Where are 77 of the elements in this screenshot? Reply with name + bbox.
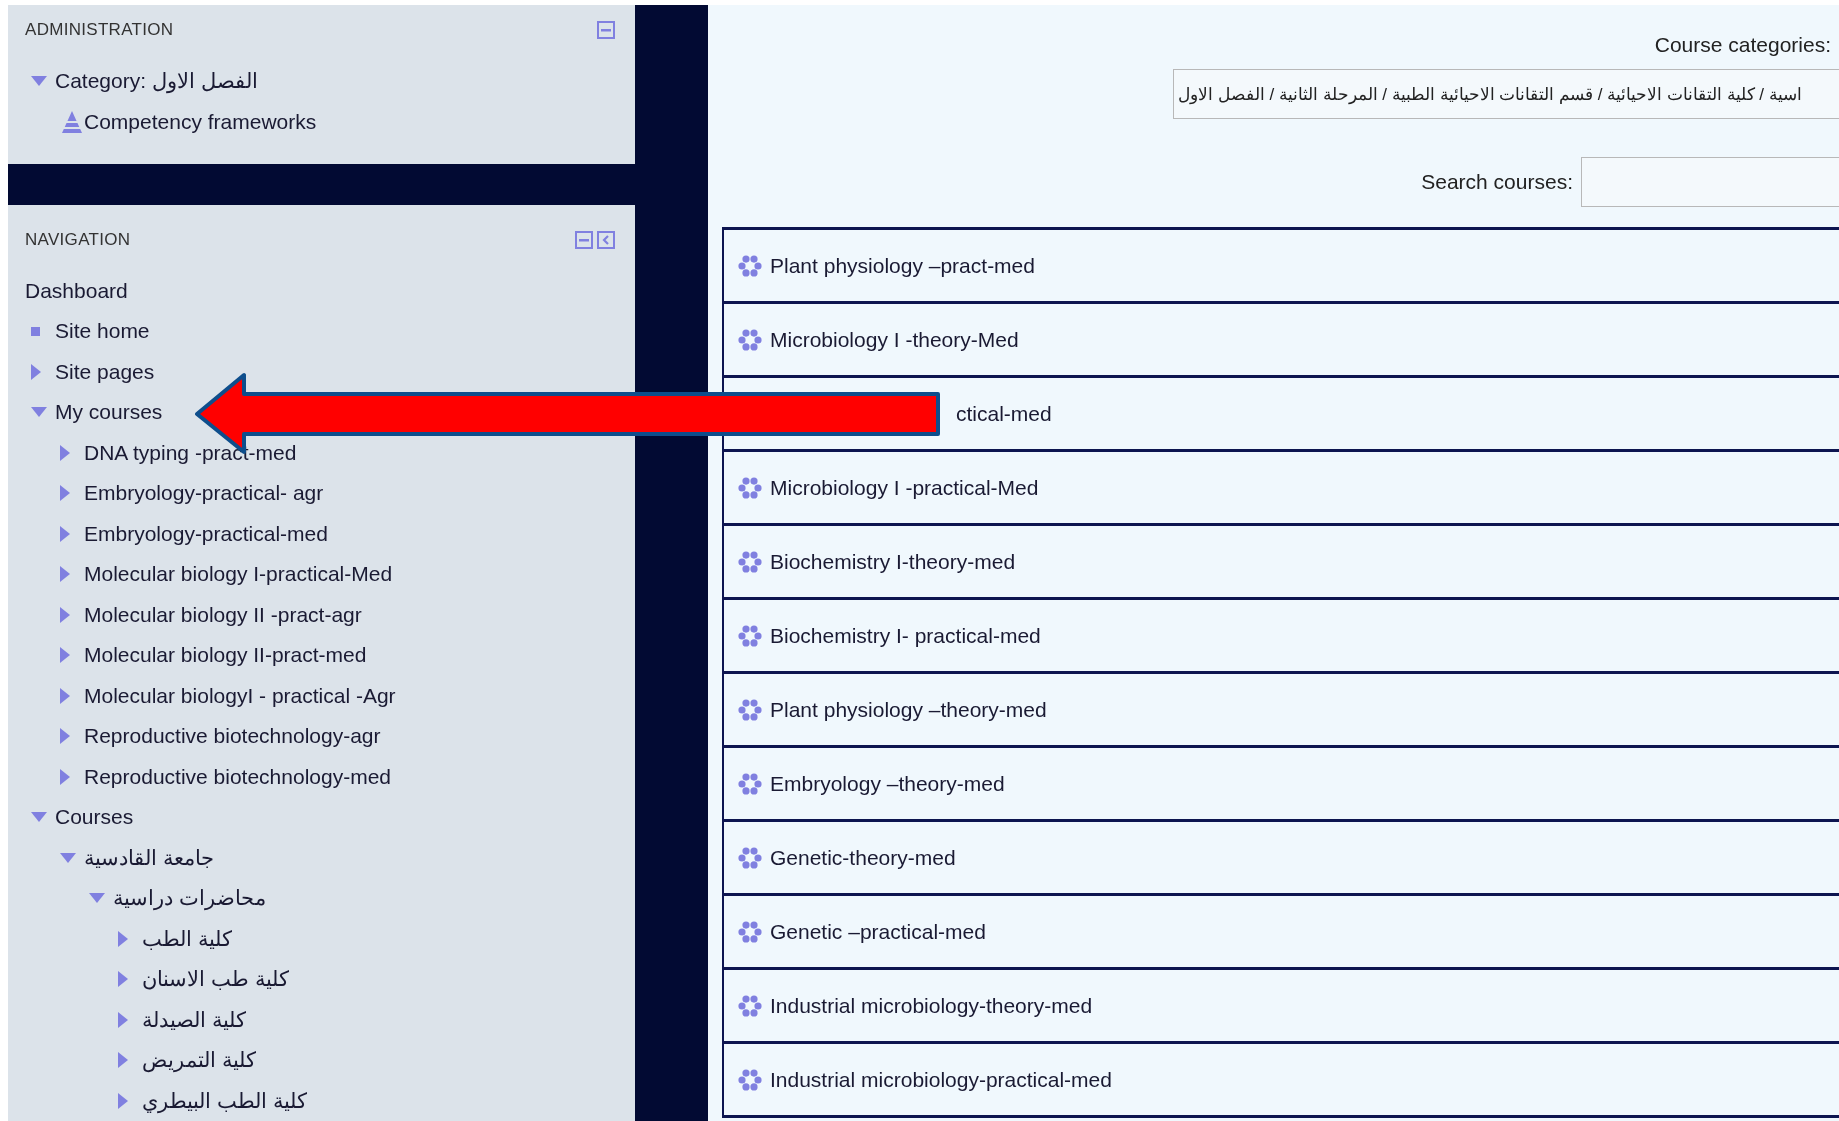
course-icon bbox=[738, 623, 762, 648]
minimize-icon[interactable] bbox=[575, 230, 593, 249]
course-link[interactable]: Industrial microbiology-theory-med bbox=[770, 993, 1093, 1018]
nav-tree-item[interactable]: جامعة القادسية bbox=[84, 845, 214, 870]
search-field[interactable] bbox=[1581, 157, 1839, 207]
course-link[interactable]: Microbiology I -practical-Med bbox=[770, 475, 1039, 500]
course-icon bbox=[738, 845, 762, 870]
nav-tree-item[interactable]: Site home bbox=[55, 319, 150, 344]
nav-tree-item[interactable]: Competency frameworks bbox=[84, 109, 317, 134]
nav-tree-item[interactable]: كلية الطب bbox=[142, 926, 232, 951]
collapsed-triangle-icon[interactable] bbox=[60, 485, 70, 502]
field-label: Search courses: bbox=[1421, 170, 1573, 194]
collapsed-triangle-icon[interactable] bbox=[118, 1011, 128, 1028]
course-link[interactable]: Biochemistry I- practical-med bbox=[770, 623, 1041, 648]
block-title: NAVIGATION bbox=[25, 229, 131, 250]
nav-tree-item[interactable]: Courses bbox=[55, 805, 134, 830]
collapsed-triangle-icon[interactable] bbox=[60, 606, 70, 623]
course-link[interactable]: Plant physiology –theory-med bbox=[770, 697, 1047, 722]
expanded-triangle-icon[interactable] bbox=[31, 812, 47, 823]
nav-tree-item[interactable]: Category: الفصل الاول bbox=[55, 69, 258, 94]
expanded-triangle-icon[interactable] bbox=[31, 76, 47, 87]
course-icon bbox=[738, 549, 762, 574]
collapsed-triangle-icon[interactable] bbox=[60, 687, 70, 704]
course-icon bbox=[738, 253, 762, 278]
expanded-triangle-icon[interactable] bbox=[60, 852, 76, 863]
collapsed-triangle-icon[interactable] bbox=[118, 1052, 128, 1069]
dock-icon[interactable] bbox=[597, 230, 615, 249]
expanded-triangle-icon[interactable] bbox=[89, 893, 105, 904]
nav-tree-item[interactable]: Dashboard bbox=[25, 278, 128, 303]
course-link[interactable]: Microbiology I -theory-Med bbox=[770, 327, 1019, 352]
collapsed-triangle-icon[interactable] bbox=[60, 444, 70, 461]
course-icon bbox=[738, 327, 762, 352]
collapsed-triangle-icon[interactable] bbox=[60, 566, 70, 583]
nav-tree-item[interactable]: Molecular biologyI - practical -Agr bbox=[84, 683, 396, 708]
block-title: ADMINISTRATION bbox=[25, 20, 174, 40]
nav-tree-item[interactable]: كلية الطب البيطري bbox=[142, 1088, 307, 1113]
course-link[interactable]: Plant physiology –pract-med bbox=[770, 253, 1035, 278]
nav-tree-item[interactable]: Site pages bbox=[55, 359, 155, 384]
nav-tree-item[interactable]: Reproductive biotechnology-agr bbox=[84, 724, 381, 749]
course-link[interactable]: ctical-med bbox=[956, 401, 1052, 426]
nav-tree-item[interactable]: كلية التمريض bbox=[142, 1048, 256, 1073]
collapsed-triangle-icon[interactable] bbox=[60, 768, 70, 785]
course-icon bbox=[738, 993, 762, 1018]
minimize-icon[interactable] bbox=[597, 21, 615, 39]
course-icon bbox=[738, 771, 762, 796]
course-link[interactable]: Industrial microbiology-practical-med bbox=[770, 1067, 1112, 1092]
course-icon bbox=[738, 697, 762, 722]
collapsed-triangle-icon[interactable] bbox=[31, 363, 41, 380]
pyramid-icon bbox=[60, 109, 84, 134]
nav-tree-item[interactable]: Molecular biology II-pract-med bbox=[84, 643, 367, 668]
nav-tree-item[interactable]: My courses bbox=[55, 400, 163, 425]
course-link[interactable]: Embryology –theory-med bbox=[770, 771, 1005, 796]
category-select[interactable]: اسية / كلية التقانات الاحيائية / قسم التقانات الاحيائية الطبية / المرحلة الثانية / الفصل الاول bbox=[1173, 69, 1839, 119]
collapsed-triangle-icon[interactable] bbox=[118, 1092, 128, 1109]
nav-tree-item[interactable]: Reproductive biotechnology-med bbox=[84, 764, 391, 789]
collapsed-triangle-icon[interactable] bbox=[118, 971, 128, 988]
bullet-icon bbox=[31, 326, 40, 336]
nav-tree-item[interactable]: Molecular biology I-practical-Med bbox=[84, 562, 393, 587]
field-label: Course categories: bbox=[1654, 33, 1831, 57]
nav-tree-item[interactable]: Embryology-practical- agr bbox=[84, 481, 324, 506]
collapsed-triangle-icon[interactable] bbox=[60, 728, 70, 745]
course-icon bbox=[738, 1067, 762, 1092]
collapsed-triangle-icon[interactable] bbox=[60, 525, 70, 542]
nav-tree-item[interactable]: محاضرات دراسية bbox=[113, 886, 266, 911]
course-link[interactable]: Biochemistry I-theory-med bbox=[770, 549, 1016, 574]
expanded-triangle-icon[interactable] bbox=[31, 407, 47, 418]
course-link[interactable]: Genetic –practical-med bbox=[770, 919, 986, 944]
course-icon bbox=[738, 475, 762, 500]
collapsed-triangle-icon[interactable] bbox=[60, 647, 70, 664]
nav-tree-item[interactable]: Molecular biology II -pract-agr bbox=[84, 602, 362, 627]
nav-tree-item[interactable]: كلية الصيدلة bbox=[142, 1007, 246, 1032]
nav-tree-item[interactable]: كلية طب الاسنان bbox=[142, 967, 289, 992]
collapsed-triangle-icon[interactable] bbox=[118, 930, 128, 947]
nav-tree-item[interactable]: DNA typing -pract-med bbox=[84, 440, 297, 465]
course-icon bbox=[738, 919, 762, 944]
nav-tree-item[interactable]: Embryology-practical-med bbox=[84, 521, 328, 546]
course-link[interactable]: Genetic-theory-med bbox=[770, 845, 956, 870]
